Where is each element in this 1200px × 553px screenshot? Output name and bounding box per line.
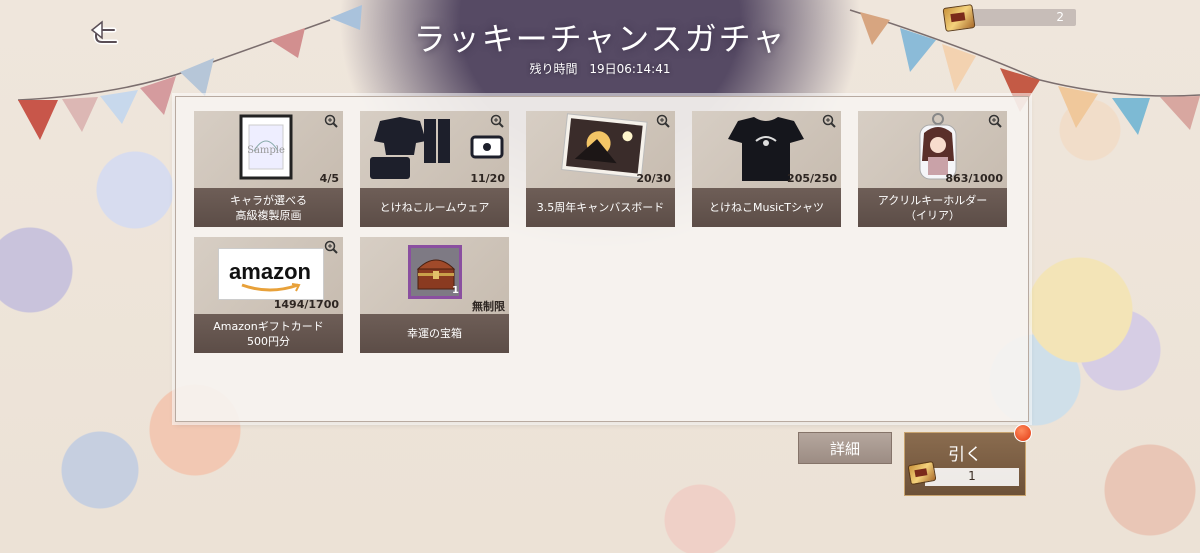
prize-list-panel: Sample 4/5 キャラが選べる 高級複製原画 11/20 とけねこルームウ… — [175, 96, 1029, 422]
zoom-icon[interactable] — [490, 114, 504, 128]
svg-text:Sample: Sample — [247, 145, 285, 156]
prize-stock: 20/30 — [636, 172, 671, 185]
prize-item-tshirt[interactable]: 205/250 とけねこMusicTシャツ — [692, 111, 841, 227]
prize-stock: 11/20 — [470, 172, 505, 185]
zoom-icon[interactable] — [324, 240, 338, 254]
prize-name: キャラが選べる 高級複製原画 — [194, 188, 343, 227]
prize-name: とけねこMusicTシャツ — [692, 188, 841, 227]
timer-value: 19日06:14:41 — [589, 62, 671, 76]
detail-button[interactable]: 詳細 — [798, 432, 892, 464]
prize-item-amazon[interactable]: amazon 1494/1700 Amazonギフトカード 500円分 — [194, 237, 343, 353]
prize-name: 3.5周年キャンバスボード — [526, 188, 675, 227]
zoom-icon[interactable] — [656, 114, 670, 128]
chest-quantity-badge: 1 — [452, 285, 459, 296]
timer-label: 残り時間 — [529, 62, 578, 76]
prize-name: 幸運の宝箱 — [360, 314, 509, 353]
draw-button-label: 引く — [948, 445, 982, 465]
notification-dot-icon — [1014, 424, 1032, 442]
prize-stock: 1494/1700 — [273, 298, 339, 311]
zoom-icon[interactable] — [324, 114, 338, 128]
prize-name: Amazonギフトカード 500円分 — [194, 314, 343, 353]
prize-name: アクリルキーホルダー （イリア） — [858, 188, 1007, 227]
prize-name: とけねこルームウェア — [360, 188, 509, 227]
ticket-counter: 2 — [958, 9, 1076, 26]
prize-item-art[interactable]: Sample 4/5 キャラが選べる 高級複製原画 — [194, 111, 343, 227]
ticket-count: 2 — [1056, 10, 1064, 24]
prize-item-chest[interactable]: 1 無制限 幸運の宝箱 — [360, 237, 509, 353]
zoom-icon[interactable] — [988, 114, 1002, 128]
prize-stock: 4/5 — [319, 172, 339, 185]
draw-button[interactable]: 引く 1 — [904, 432, 1026, 496]
prize-stock: 205/250 — [787, 172, 837, 185]
prize-item-roomwear[interactable]: 11/20 とけねこルームウェア — [360, 111, 509, 227]
draw-cost-bar: 1 — [925, 468, 1019, 486]
draw-cost: 1 — [968, 469, 976, 483]
amazon-logo-text: amazon — [229, 259, 311, 284]
zoom-icon[interactable] — [822, 114, 836, 128]
remaining-time: 残り時間 19日06:14:41 — [0, 60, 1200, 77]
prize-item-canvas[interactable]: 20/30 3.5周年キャンバスボード — [526, 111, 675, 227]
prize-item-keychain[interactable]: 863/1000 アクリルキーホルダー （イリア） — [858, 111, 1007, 227]
prize-stock: 無制限 — [472, 300, 505, 313]
gacha-ticket-icon — [942, 4, 976, 32]
prize-stock: 863/1000 — [945, 172, 1003, 185]
